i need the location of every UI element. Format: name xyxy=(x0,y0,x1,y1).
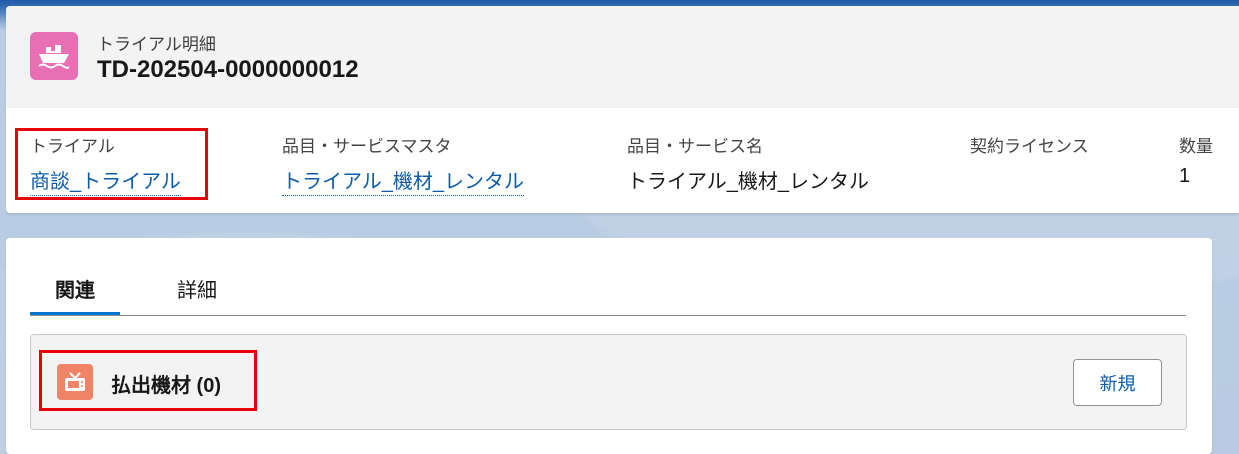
field-label: 品目・サービスマスタ xyxy=(282,137,452,156)
related-list-card: 払出機材 (0) 新規 xyxy=(30,334,1187,430)
field-label: トライアル xyxy=(30,137,115,156)
field-item-master: 品目・サービスマスタ トライアル_機材_レンタル xyxy=(282,132,525,196)
highlights-panel: トライアル 商談_トライアル 品目・サービスマスタ トライアル_機材_レンタル … xyxy=(6,108,1239,213)
related-panel: 関連 詳細 払出機材 (0) 新規 xyxy=(6,238,1212,454)
field-label: 数量 xyxy=(1179,137,1213,156)
field-contract-license: 契約ライセンス xyxy=(970,132,1089,165)
field-item-name: 品目・サービス名 トライアル_機材_レンタル xyxy=(627,132,869,194)
field-quantity: 数量 1 xyxy=(1179,132,1213,188)
field-trial: トライアル 商談_トライアル xyxy=(30,132,181,196)
field-label: 品目・サービス名 xyxy=(627,137,763,156)
trial-link[interactable]: 商談_トライアル xyxy=(30,171,181,196)
record-title: TD-202504-0000000012 xyxy=(97,56,359,83)
new-button[interactable]: 新規 xyxy=(1073,359,1162,406)
tab-details[interactable]: 詳細 xyxy=(150,262,244,315)
field-label: 契約ライセンス xyxy=(970,137,1089,156)
record-header: トライアル明細 TD-202504-0000000012 トライアル 商談_トラ… xyxy=(6,6,1239,213)
object-label: トライアル明細 xyxy=(97,35,216,54)
record-header-top: トライアル明細 TD-202504-0000000012 xyxy=(6,6,1239,108)
item-name-value: トライアル_機材_レンタル xyxy=(627,171,870,193)
tab-bar: 関連 詳細 xyxy=(30,262,1186,316)
related-list-title[interactable]: 払出機材 (0) xyxy=(111,369,221,398)
ship-icon xyxy=(30,32,78,80)
quantity-value: 1 xyxy=(1179,165,1191,187)
tv-icon xyxy=(57,364,93,400)
tab-related[interactable]: 関連 xyxy=(30,262,120,315)
item-master-link[interactable]: トライアル_機材_レンタル xyxy=(282,171,525,196)
